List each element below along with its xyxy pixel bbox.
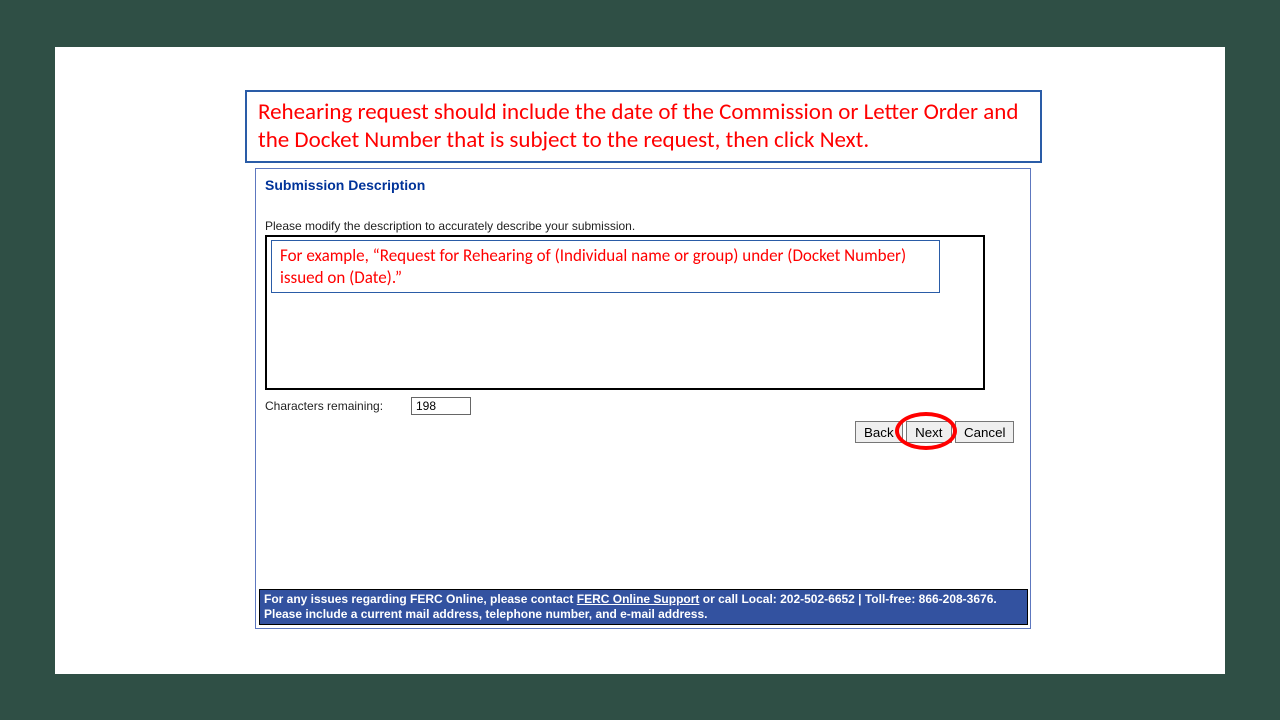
description-instruction: Please modify the description to accurat…: [265, 219, 635, 233]
characters-remaining-label: Characters remaining:: [265, 399, 383, 413]
characters-remaining-field: 198: [411, 397, 471, 415]
instruction-callout-text: Rehearing request should include the dat…: [258, 98, 1018, 154]
button-row: Back Next Cancel: [856, 421, 1014, 443]
characters-remaining-value: 198: [416, 399, 436, 413]
submission-form-panel: Submission Description Please modify the…: [255, 168, 1031, 629]
support-text-prefix: For any issues regarding FERC Online, pl…: [264, 592, 577, 606]
instruction-callout: Rehearing request should include the dat…: [245, 90, 1042, 163]
next-button[interactable]: Next: [906, 421, 951, 443]
example-text: For example, “Request for Rehearing of (…: [280, 245, 906, 288]
cancel-button[interactable]: Cancel: [955, 421, 1015, 443]
panel-title: Submission Description: [265, 177, 425, 193]
support-link[interactable]: FERC Online Support: [577, 592, 700, 606]
example-text-overlay: For example, “Request for Rehearing of (…: [271, 240, 940, 293]
back-button[interactable]: Back: [855, 421, 903, 443]
support-banner: For any issues regarding FERC Online, pl…: [259, 589, 1028, 625]
